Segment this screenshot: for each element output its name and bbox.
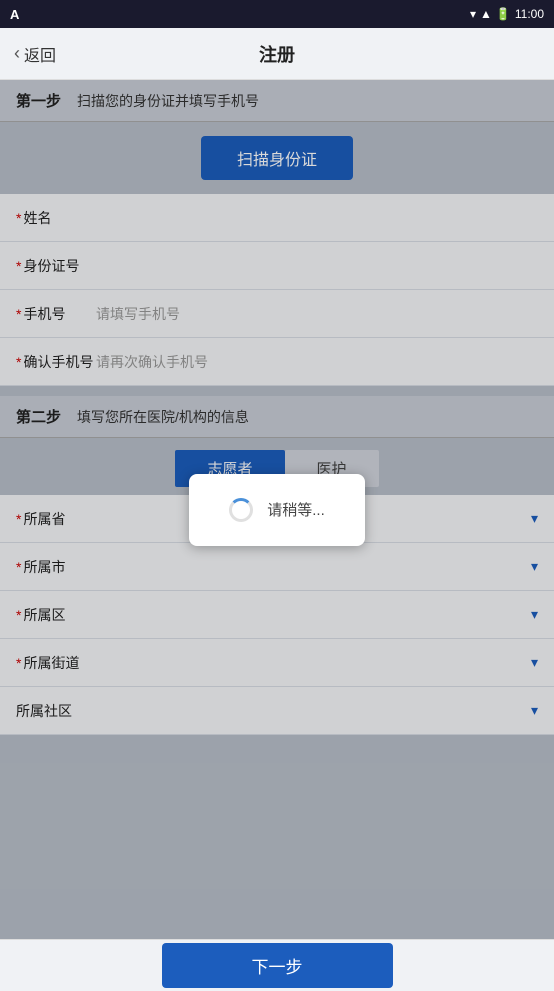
signal-icon: ▲ [480,7,492,21]
loading-box: 请稍等... [189,474,365,546]
back-label: 返回 [24,42,56,66]
loading-overlay: 请稍等... [0,80,554,939]
status-icons: ▾ ▲ 🔋 11:00 [470,7,544,21]
bottom-bar: 下一步 [0,939,554,991]
top-nav: ‹ 返回 注册 [0,28,554,80]
back-button[interactable]: ‹ 返回 [0,42,56,66]
time-display: 11:00 [515,7,544,21]
page-title: 注册 [259,41,295,67]
spinner-icon [229,498,253,522]
wifi-icon: ▾ [470,7,476,21]
battery-icon: 🔋 [496,7,511,21]
back-chevron-icon: ‹ [14,43,20,64]
next-button[interactable]: 下一步 [162,943,393,988]
app-label: A [10,7,19,22]
status-bar: A ▾ ▲ 🔋 11:00 [0,0,554,28]
loading-text: 请稍等... [267,499,325,520]
